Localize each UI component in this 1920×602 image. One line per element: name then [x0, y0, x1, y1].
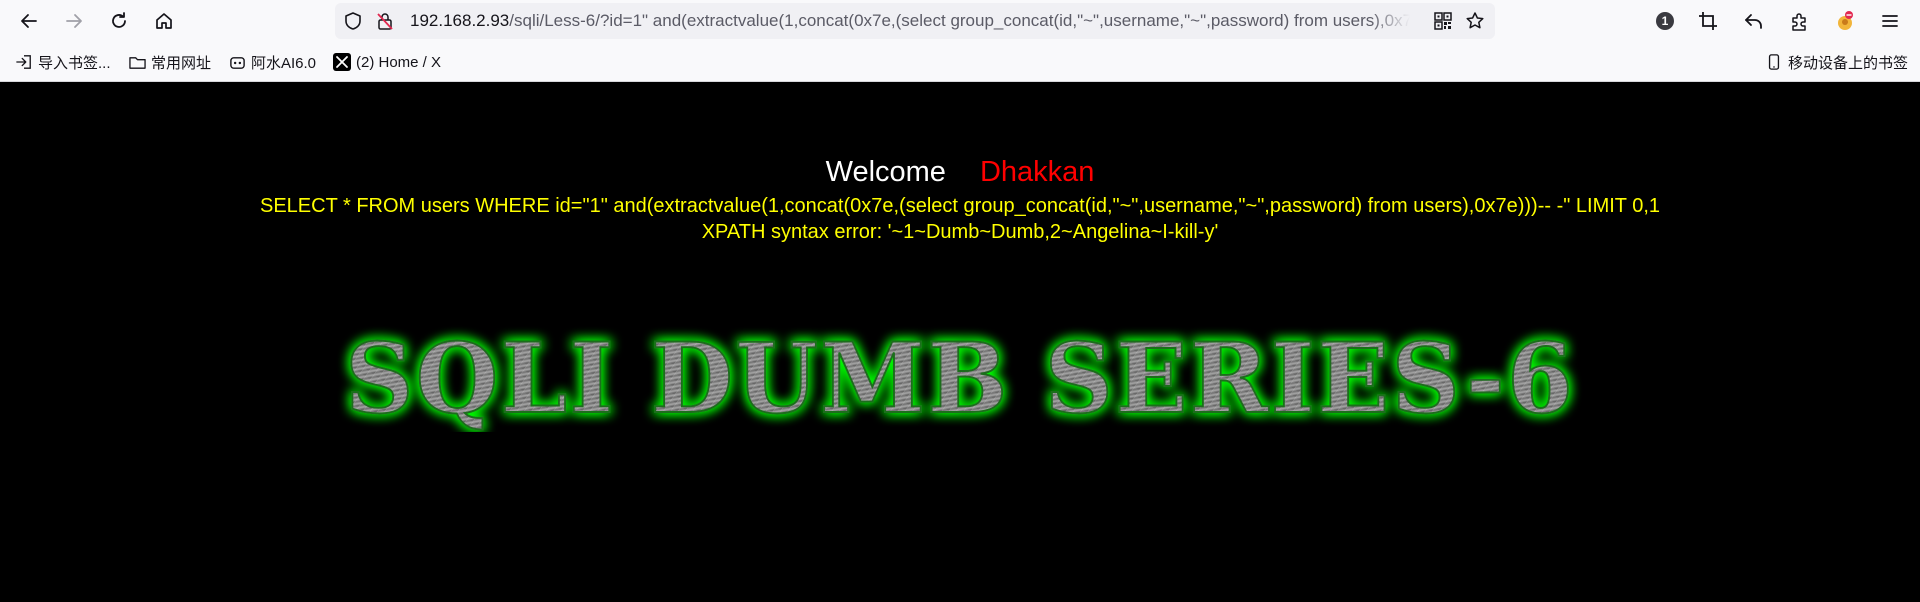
bookmark-folder-common[interactable]: 常用网址 [128, 50, 211, 74]
insecure-lock-icon[interactable] [375, 11, 395, 31]
badge-count: 1 [1661, 14, 1669, 28]
undo-icon [1745, 14, 1762, 29]
browser-chrome: 192.168.2.93/sqli/Less-6/?id=1" and(extr… [0, 0, 1920, 82]
reload-icon [112, 12, 126, 28]
bookmark-label: 导入书签... [38, 54, 111, 72]
navigation-toolbar: 192.168.2.93/sqli/Less-6/?id=1" and(extr… [0, 0, 1920, 42]
extensions-button[interactable] [1783, 5, 1815, 37]
qr-code-icon[interactable] [1433, 11, 1453, 31]
profile-avatar-icon [1838, 11, 1853, 30]
shield-icon[interactable] [343, 11, 363, 31]
x-logo-icon [333, 53, 351, 71]
bookmark-x-home[interactable]: (2) Home / X [333, 50, 441, 74]
series-banner: SQLI DUMB SERIES-6 [344, 322, 1575, 432]
bookmark-label: 移动设备上的书签 [1788, 54, 1909, 72]
back-button[interactable] [13, 5, 45, 37]
profile-button[interactable] [1829, 5, 1861, 37]
page-content: Welcome Dhakkan SELECT * FROM users WHERE… [0, 82, 1920, 602]
bookmark-mobile[interactable]: 移动设备上的书签 [1765, 50, 1908, 74]
extensions-icon [1792, 13, 1806, 31]
forward-button[interactable] [58, 5, 90, 37]
undo-button[interactable] [1738, 5, 1770, 37]
url-path: /sqli/Less-6/?id=1" and(extractvalue(1,c… [509, 11, 1410, 30]
import-icon [15, 53, 33, 71]
bookmarks-toolbar: 导入书签... 常用网址 阿水AI6.0 (2) Home / X 移动设备上的… [0, 47, 1920, 77]
forward-arrow-icon [66, 14, 82, 28]
url-host: 192.168.2.93 [410, 11, 510, 30]
bookmark-label: (2) Home / X [356, 53, 442, 71]
screenshot-button[interactable] [1692, 5, 1724, 37]
bookmark-import[interactable]: 导入书签... [15, 50, 111, 74]
banner-title: SQLI DUMB SERIES-6 [345, 322, 1575, 432]
url-bar[interactable]: 192.168.2.93/sqli/Less-6/?id=1" and(extr… [335, 3, 1495, 39]
welcome-line: Welcome Dhakkan [0, 156, 1920, 189]
bookmark-ai[interactable]: 阿水AI6.0 [228, 50, 316, 74]
folder-icon [128, 53, 146, 71]
url-text[interactable]: 192.168.2.93/sqli/Less-6/?id=1" and(extr… [410, 3, 1410, 39]
notification-badge[interactable]: 1 [1649, 5, 1681, 37]
crop-icon [1699, 12, 1717, 30]
user-name: Dhakkan [979, 156, 1095, 188]
bookmark-star-icon[interactable] [1465, 11, 1485, 31]
robot-icon [228, 53, 246, 71]
url-fade [1370, 3, 1410, 39]
welcome-text: Welcome [825, 156, 946, 188]
bookmark-label: 阿水AI6.0 [251, 54, 317, 72]
app-menu-button[interactable] [1874, 5, 1906, 37]
home-icon [156, 13, 172, 29]
reload-button[interactable] [103, 5, 135, 37]
home-button[interactable] [148, 5, 180, 37]
mobile-icon [1765, 53, 1783, 71]
bookmark-label: 常用网址 [151, 54, 212, 72]
back-arrow-icon [21, 14, 37, 28]
menu-icon [1882, 15, 1898, 27]
sql-query-text: SELECT * FROM users WHERE id="1" and(ext… [259, 195, 1661, 217]
xpath-error-text: XPATH syntax error: '~1~Dumb~Dumb,2~Ange… [701, 221, 1219, 243]
